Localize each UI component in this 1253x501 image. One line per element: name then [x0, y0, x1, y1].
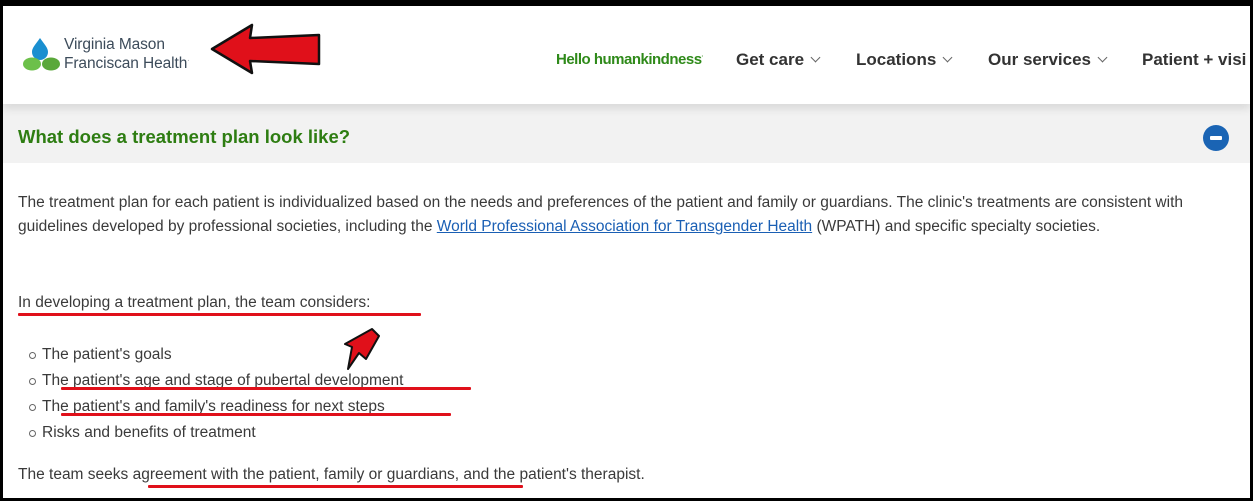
red-underline-annotation [61, 413, 451, 416]
nav-our-services[interactable]: Our services [988, 49, 1108, 71]
chevron-down-icon [1097, 52, 1108, 62]
accordion-header[interactable]: What does a treatment plan look like? [3, 104, 1250, 163]
red-underline-annotation [18, 313, 421, 316]
browser-viewport: Virginia Mason Franciscan Health· Hello … [3, 6, 1250, 498]
brand-name[interactable]: Virginia Mason Franciscan Health· [64, 37, 189, 72]
considerations-intro: In developing a treatment plan, the team… [18, 294, 371, 311]
nav-patient-visitors[interactable]: Patient + visi [1142, 49, 1246, 71]
tagline-link[interactable]: Hello humankindness· [556, 51, 703, 68]
highlighted-phrase: agreement with the patient, family or gu… [132, 466, 460, 483]
red-underline-annotation [61, 387, 471, 390]
red-arrow-annotation-icon [210, 23, 321, 75]
chevron-down-icon [942, 52, 953, 62]
treatment-plan-paragraph: The treatment plan for each patient is i… [18, 194, 1183, 235]
red-underline-annotation [148, 485, 523, 488]
red-arrow-annotation-icon [344, 328, 380, 370]
nav-get-care[interactable]: Get care [736, 49, 821, 71]
brand-logo-icon[interactable] [23, 37, 67, 71]
chevron-down-icon [810, 52, 821, 62]
collapse-minus-icon[interactable] [1203, 125, 1229, 151]
closing-paragraph: The team seeks agreement with the patien… [18, 466, 645, 483]
list-item: The patient's and family's readiness for… [18, 394, 403, 420]
accordion-title: What does a treatment plan look like? [18, 126, 351, 147]
wpath-link[interactable]: World Professional Association for Trans… [437, 218, 812, 235]
list-item: Risks and benefits of treatment [18, 420, 403, 446]
main-content: What does a treatment plan look like? Th… [3, 104, 1250, 498]
site-header: Virginia Mason Franciscan Health· Hello … [3, 6, 1250, 104]
list-item: The patient's age and stage of pubertal … [18, 368, 403, 394]
nav-locations[interactable]: Locations [856, 49, 953, 71]
